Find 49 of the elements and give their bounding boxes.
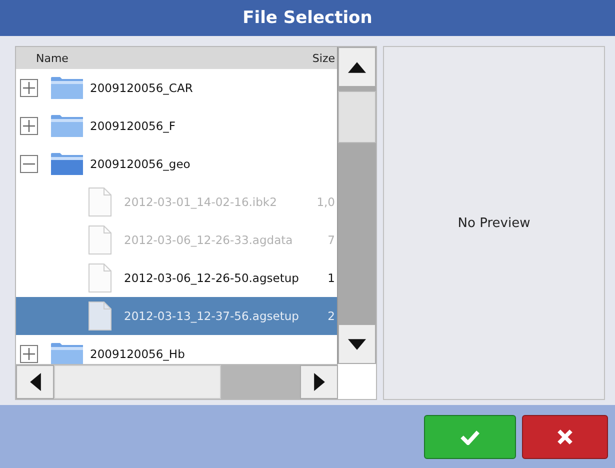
column-header[interactable]: Size: [312, 52, 337, 64]
expander-icon[interactable]: [20, 345, 38, 363]
left-arrow-icon: [30, 373, 40, 391]
scroll-thumb[interactable]: [54, 365, 221, 399]
vertical-scrollbar[interactable]: [337, 47, 376, 364]
window-title: File Selection: [242, 8, 372, 28]
file-row[interactable]: 2012-03-06_12-26-50.agsetup 1: [16, 259, 337, 297]
scroll-thumb[interactable]: [338, 91, 376, 143]
file-size: 1,0: [316, 195, 336, 209]
file-row[interactable]: 2009120056_CAR: [16, 69, 337, 107]
expander-icon[interactable]: [20, 79, 38, 97]
folder-icon: [50, 114, 84, 138]
cancel-button[interactable]: [522, 414, 608, 458]
folder-icon: [50, 152, 84, 176]
down-arrow-icon: [348, 338, 366, 350]
file-name: 2012-03-13_12-37-56.agsetup: [124, 309, 300, 323]
horizontal-scrollbar[interactable]: [16, 364, 338, 399]
file-size: 1: [328, 271, 336, 285]
preview-text: No Preview: [458, 216, 530, 230]
document-icon: [88, 187, 112, 217]
folder-icon: [50, 76, 84, 100]
right-arrow-icon: [314, 373, 324, 391]
up-arrow-icon: [348, 62, 366, 72]
file-size: 2: [328, 309, 336, 323]
scroll-right-button[interactable]: [300, 365, 338, 399]
expander-icon[interactable]: [20, 117, 38, 135]
document-icon: [88, 263, 112, 293]
file-name: 2009120056_Hb: [90, 347, 186, 361]
file-name: 2012-03-01_14-02-16.ibk2: [124, 195, 278, 209]
document-icon: [88, 301, 112, 331]
file-name: 2009120056_geo: [90, 157, 192, 171]
column-header[interactable]: Name: [16, 52, 312, 64]
file-name: 2012-03-06_12-26-33.agdata: [124, 233, 294, 247]
file-size: 7: [328, 233, 336, 247]
file-row[interactable]: 2009120056_F: [16, 107, 337, 145]
document-icon: [88, 225, 112, 255]
file-name: 2009120056_CAR: [90, 81, 194, 95]
scroll-left-button[interactable]: [16, 365, 54, 399]
checkmark-icon: [460, 428, 480, 444]
close-icon: [555, 428, 575, 444]
scroll-up-button[interactable]: [338, 47, 376, 87]
file-row[interactable]: 2009120056_geo: [16, 145, 337, 183]
scroll-down-button[interactable]: [338, 324, 376, 364]
folder-icon: [50, 342, 84, 364]
file-name: 2012-03-06_12-26-50.agsetup: [124, 271, 300, 285]
file-row[interactable]: 2009120056_Hb: [16, 335, 337, 364]
expander-icon[interactable]: [20, 155, 38, 173]
confirm-button[interactable]: [424, 414, 516, 458]
file-name: 2009120056_F: [90, 119, 177, 133]
